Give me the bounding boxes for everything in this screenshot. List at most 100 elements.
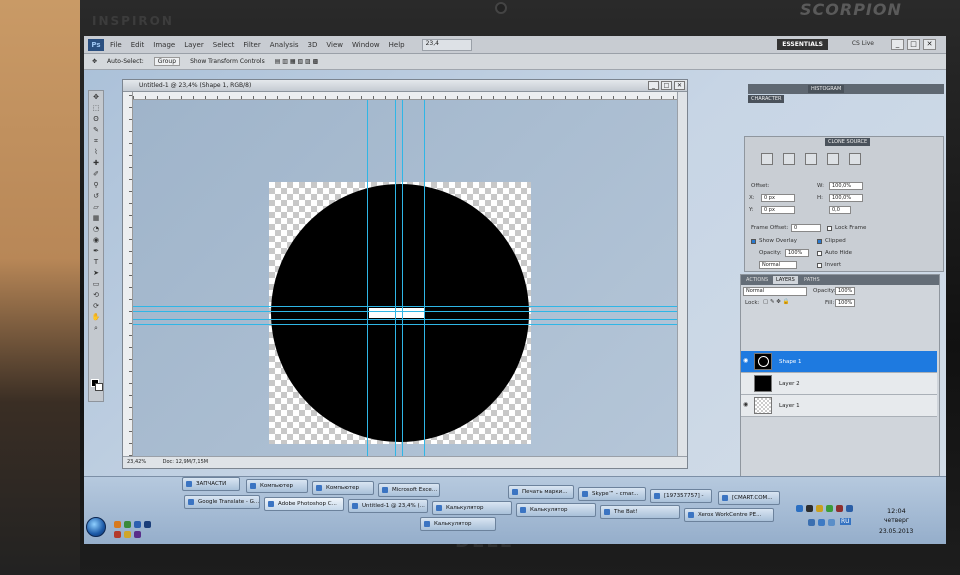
tab-character[interactable]: CHARACTER (748, 95, 785, 103)
menu-file[interactable]: File (110, 41, 122, 49)
eyedropper-tool-icon[interactable]: ⌇ (89, 147, 103, 157)
clipped-checkbox[interactable] (817, 239, 822, 244)
status-zoom[interactable]: 23,42% (127, 457, 151, 468)
quick-launch-icon[interactable] (124, 521, 131, 528)
doc-minimize-button[interactable]: _ (648, 81, 659, 90)
move-tool-icon[interactable]: ✥ (89, 92, 103, 102)
cs-live-button[interactable]: CS Live (852, 40, 874, 47)
taskbar-item[interactable]: Adobe Photoshop C... (264, 497, 344, 511)
zoom-tool-icon[interactable]: ⌕ (89, 323, 103, 333)
clone-stamp-tool-icon[interactable]: ⚲ (89, 180, 103, 190)
network-icon[interactable] (808, 519, 815, 526)
clone-source-1-icon[interactable] (761, 153, 773, 165)
menu-edit[interactable]: Edit (131, 41, 145, 49)
taskbar-item[interactable]: [CMART.COM... (718, 491, 780, 505)
eye-icon[interactable]: ◉ (743, 402, 749, 408)
menu-layer[interactable]: Layer (184, 41, 204, 49)
start-button[interactable] (86, 517, 106, 537)
h-scale-field[interactable]: 100,0% (829, 194, 863, 202)
opacity-field[interactable]: 100% (835, 287, 855, 295)
guide-vertical[interactable] (424, 100, 425, 456)
quick-launch-icon[interactable] (134, 521, 141, 528)
menu-window[interactable]: Window (352, 41, 380, 49)
taskbar-item[interactable]: ЗАПЧАСТИ (182, 477, 240, 491)
taskbar-item[interactable]: Компьютер (312, 481, 374, 495)
guide-vertical[interactable] (402, 100, 403, 456)
tray-icon[interactable] (836, 505, 843, 512)
overlay-mode-select[interactable]: Normal (759, 261, 797, 269)
guide-horizontal[interactable] (133, 311, 677, 312)
blend-mode-select[interactable]: Normal (743, 287, 807, 296)
volume-icon[interactable] (818, 519, 825, 526)
eye-icon[interactable] (743, 380, 749, 386)
auto-hide-checkbox[interactable] (817, 251, 822, 256)
tab-clone-source[interactable]: CLONE SOURCE (825, 138, 871, 146)
lock-frame-checkbox[interactable] (827, 226, 832, 231)
history-brush-tool-icon[interactable]: ↺ (89, 191, 103, 201)
angle-field[interactable]: 0,0 (829, 206, 851, 214)
taskbar-item[interactable]: Компьютер (246, 479, 308, 493)
menu-filter[interactable]: Filter (243, 41, 260, 49)
guide-horizontal[interactable] (133, 324, 677, 325)
guide-vertical[interactable] (367, 100, 368, 456)
menu-image[interactable]: Image (153, 41, 175, 49)
doc-close-button[interactable]: ✕ (674, 81, 685, 90)
quick-launch-icon[interactable] (114, 521, 121, 528)
layer-row[interactable]: ◉ Layer 1 (741, 395, 937, 417)
doc-maximize-button[interactable]: □ (661, 81, 672, 90)
tray-icon[interactable] (796, 505, 803, 512)
show-overlay-checkbox[interactable] (751, 239, 756, 244)
eye-icon[interactable]: ◉ (743, 358, 749, 364)
quick-launch-icon[interactable] (114, 531, 121, 538)
dodge-tool-icon[interactable]: ◉ (89, 235, 103, 245)
minimize-button[interactable]: _ (891, 39, 904, 50)
taskbar-item[interactable]: [197357757] - (650, 489, 712, 503)
blur-tool-icon[interactable]: ◔ (89, 224, 103, 234)
frame-offset-field[interactable]: 0 (791, 224, 821, 232)
path-select-tool-icon[interactable]: ➤ (89, 268, 103, 278)
clone-source-4-icon[interactable] (827, 153, 839, 165)
taskbar-item[interactable]: Untitled-1 @ 23,4% (... (348, 499, 428, 513)
quick-launch-icon[interactable] (124, 531, 131, 538)
clone-source-3-icon[interactable] (805, 153, 817, 165)
tray-icon[interactable] (846, 505, 853, 512)
tray-icon[interactable] (826, 505, 833, 512)
taskbar-item[interactable]: Microsoft Exce... (378, 483, 440, 497)
menu-3d[interactable]: 3D (308, 41, 318, 49)
workspace-switcher[interactable]: ESSENTIALS (777, 39, 828, 50)
menu-select[interactable]: Select (213, 41, 235, 49)
overlay-opacity-field[interactable]: 100% (785, 249, 809, 257)
hand-tool-icon[interactable]: ✋ (89, 312, 103, 322)
tab-layers[interactable]: LAYERS (773, 276, 798, 284)
canvas-area[interactable] (133, 100, 677, 456)
type-tool-icon[interactable]: T (89, 257, 103, 267)
taskbar-item[interactable]: Калькулятор (516, 503, 596, 517)
layer-row[interactable]: Layer 2 (741, 373, 937, 395)
taskbar-item[interactable]: Калькулятор (432, 501, 512, 515)
3d-tool-icon[interactable]: ⟲ (89, 290, 103, 300)
language-indicator[interactable]: RU (840, 518, 851, 525)
ruler-vertical[interactable] (123, 92, 133, 456)
clock-time[interactable]: 12:04 (887, 507, 906, 515)
vertical-scrollbar[interactable] (677, 92, 687, 456)
tab-actions[interactable]: ACTIONS (743, 276, 771, 284)
marquee-tool-icon[interactable]: ⬚ (89, 103, 103, 113)
quick-launch-icon[interactable] (144, 521, 151, 528)
shape-tool-icon[interactable]: ▭ (89, 279, 103, 289)
auto-select-target[interactable]: Group (153, 57, 181, 66)
menu-view[interactable]: View (326, 41, 343, 49)
taskbar-item[interactable]: Печать марки... (508, 485, 574, 499)
pen-tool-icon[interactable]: ✒ (89, 246, 103, 256)
y-offset-field[interactable]: 0 px (761, 206, 795, 214)
invert-checkbox[interactable] (817, 263, 822, 268)
tray-icon[interactable] (828, 519, 835, 526)
background-color-swatch[interactable] (95, 383, 103, 391)
ruler-horizontal[interactable] (133, 92, 677, 100)
taskbar-item[interactable]: The Bat! (600, 505, 680, 519)
taskbar-item[interactable]: Skype™ - cmar... (578, 487, 646, 501)
taskbar-item[interactable]: Xerox WorkCentre PE... (684, 508, 774, 522)
clone-source-5-icon[interactable] (849, 153, 861, 165)
guide-vertical[interactable] (395, 100, 396, 456)
maximize-button[interactable]: □ (907, 39, 920, 50)
guide-horizontal[interactable] (133, 306, 677, 307)
